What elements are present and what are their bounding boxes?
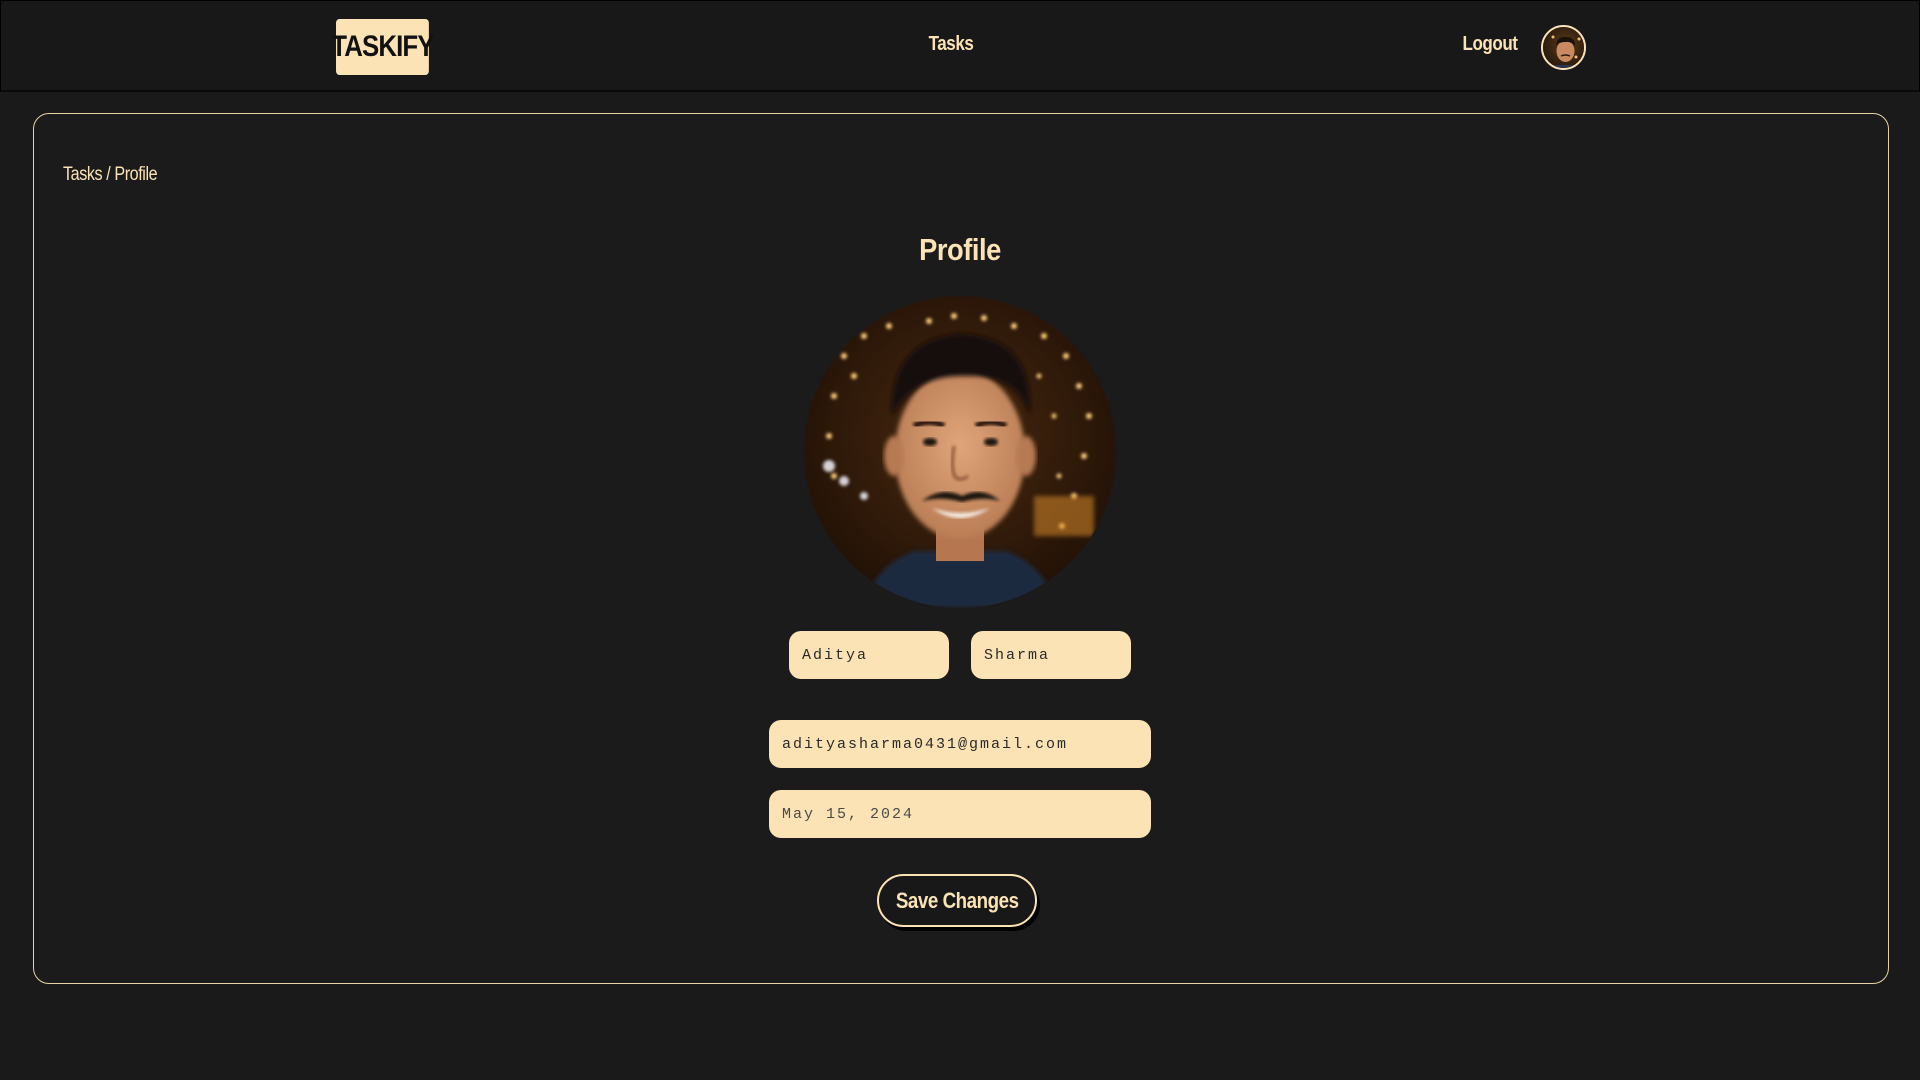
nav-logout-link[interactable]: Logout [1462,33,1518,56]
last-name-input[interactable] [971,631,1131,679]
save-changes-label: Save Changes [895,887,1019,913]
avatar-image [1543,27,1584,68]
page-title: Profile [919,232,1001,267]
save-changes-button[interactable]: Save Changes [877,874,1037,927]
breadcrumb-profile: Profile [114,164,158,185]
nav-tasks-link[interactable]: Tasks [926,33,977,56]
first-name-input[interactable] [789,631,949,679]
date-input[interactable] [769,790,1151,838]
breadcrumb-tasks[interactable]: Tasks [63,164,103,185]
breadcrumb-separator: / [106,164,111,185]
top-navbar: TASKIFY Tasks Logout [0,0,1920,92]
profile-image [804,296,1116,608]
taskify-logo[interactable]: TASKIFY [331,19,435,75]
breadcrumb: Tasks / Profile [63,164,158,186]
profile-photo[interactable] [804,296,1116,608]
email-input[interactable] [769,720,1151,768]
user-avatar[interactable] [1541,25,1586,70]
